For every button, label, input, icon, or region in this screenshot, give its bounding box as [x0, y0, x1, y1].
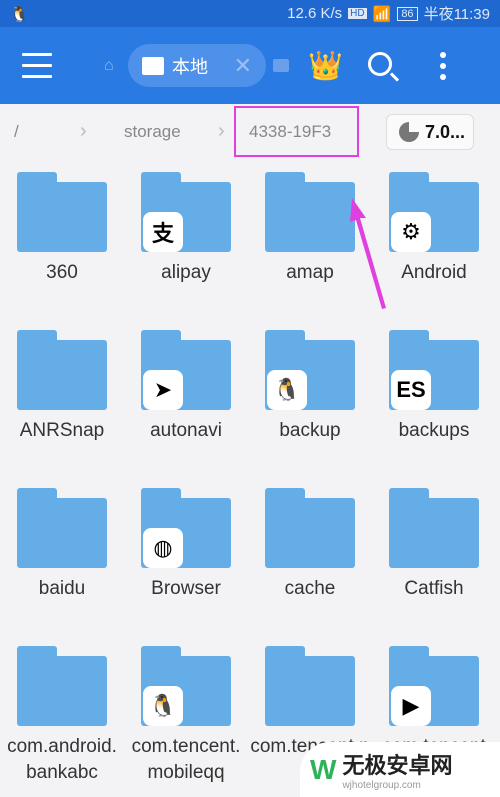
folder-icon: ▶ — [389, 646, 479, 726]
folder-icon: 🐧 — [265, 330, 355, 410]
menu-icon[interactable] — [22, 53, 52, 78]
close-tab-icon[interactable]: ✕ — [234, 53, 252, 79]
folder-item[interactable]: ES backups — [372, 318, 496, 476]
folder-name: cache — [284, 578, 336, 599]
folder-name: baidu — [38, 578, 86, 599]
app-badge-icon: ▶ — [391, 686, 431, 726]
folder-item[interactable]: ◍ Browser — [124, 476, 248, 634]
folder-item[interactable]: ➤ autonavi — [124, 318, 248, 476]
folder-item[interactable]: 360 — [0, 160, 124, 318]
folder-item[interactable]: com.android.bankabc — [0, 634, 124, 792]
folder-icon: ◍ — [141, 488, 231, 568]
sd-card-tab-icon[interactable] — [273, 59, 289, 72]
app-badge-icon: 支 — [143, 212, 183, 252]
more-options-icon[interactable] — [440, 52, 446, 85]
sd-card-icon — [142, 56, 164, 75]
wifi-icon: 📶 — [372, 5, 392, 23]
storage-usage-button[interactable]: 7.0... — [386, 114, 474, 150]
folder-icon: 🐧 — [141, 646, 231, 726]
folder-icon: ➤ — [141, 330, 231, 410]
folder-item[interactable]: 支 alipay — [124, 160, 248, 318]
battery-level: 86 — [397, 6, 418, 21]
breadcrumb-storage[interactable]: storage — [124, 122, 181, 142]
tab-local[interactable]: 本地 ✕ — [128, 44, 266, 87]
folder-name: 360 — [46, 262, 78, 283]
folder-icon — [389, 488, 479, 568]
folder-icon — [265, 488, 355, 568]
app-badge-icon: ◍ — [143, 528, 183, 568]
watermark-logo: W 无极安卓网 wjhotelgroup.com — [300, 742, 500, 797]
folder-icon: ES — [389, 330, 479, 410]
folder-icon — [17, 172, 107, 252]
folder-name: Browser — [151, 578, 221, 599]
folder-name: Android — [401, 262, 467, 283]
app-bar: ⌂ 本地 ✕ 👑 — [0, 27, 500, 104]
clock: 半夜11:39 — [423, 6, 490, 23]
storage-usage-label: 7.0... — [425, 121, 466, 142]
folder-name: backups — [398, 420, 470, 441]
folder-icon — [265, 172, 355, 252]
breadcrumb-root[interactable]: / — [14, 122, 19, 142]
folder-name: Catfish — [404, 578, 464, 599]
app-badge-icon: ⚙ — [391, 212, 431, 252]
app-badge-icon: 🐧 — [267, 370, 307, 410]
network-speed: 12.6 K/s — [287, 5, 343, 22]
folder-item[interactable]: cache — [248, 476, 372, 634]
app-badge-icon: ES — [391, 370, 431, 410]
pie-chart-icon — [399, 122, 419, 142]
app-badge-icon: 🐧 — [143, 686, 183, 726]
annotation-arrow — [350, 198, 386, 309]
search-icon[interactable] — [368, 52, 392, 76]
folder-name: autonavi — [150, 420, 222, 441]
crown-icon[interactable]: 👑 — [308, 49, 343, 82]
chevron-right-icon: › — [218, 120, 225, 142]
folder-icon — [17, 646, 107, 726]
folder-item[interactable]: 🐧 backup — [248, 318, 372, 476]
hd-icon: HD — [348, 8, 367, 19]
folder-name: alipay — [161, 262, 211, 283]
folder-name: ANRSnap — [19, 420, 105, 441]
breadcrumb: / › storage › 4338-19F3 7.0... — [0, 104, 500, 160]
status-bar: 🐧 12.6 K/s HD 📶 86 半夜11:39 — [0, 0, 500, 27]
highlight-box — [234, 106, 359, 157]
chevron-right-icon: › — [80, 120, 87, 142]
tab-label: 本地 — [172, 56, 208, 77]
app-badge-icon: ➤ — [143, 370, 183, 410]
qq-notification-icon: 🐧 — [10, 5, 29, 23]
folder-icon — [265, 646, 355, 726]
folder-icon: 支 — [141, 172, 231, 252]
folder-item[interactable]: ⚙ Android — [372, 160, 496, 318]
folder-name: com.tencent.mobileqq — [131, 736, 241, 783]
folder-item[interactable]: 🐧 com.tencent.mobileqq — [124, 634, 248, 792]
folder-icon — [17, 488, 107, 568]
folder-item[interactable]: baidu — [0, 476, 124, 634]
folder-item[interactable]: Catfish — [372, 476, 496, 634]
home-icon[interactable]: ⌂ — [104, 57, 114, 75]
folder-name: com.android.bankabc — [7, 736, 117, 783]
folder-icon — [17, 330, 107, 410]
folder-grid: 360 支 alipay amap ⚙ Android ANRSnap ➤ autonavi 🐧 b… — [0, 160, 500, 792]
folder-name: backup — [279, 420, 341, 441]
folder-item[interactable]: ANRSnap — [0, 318, 124, 476]
folder-icon: ⚙ — [389, 172, 479, 252]
